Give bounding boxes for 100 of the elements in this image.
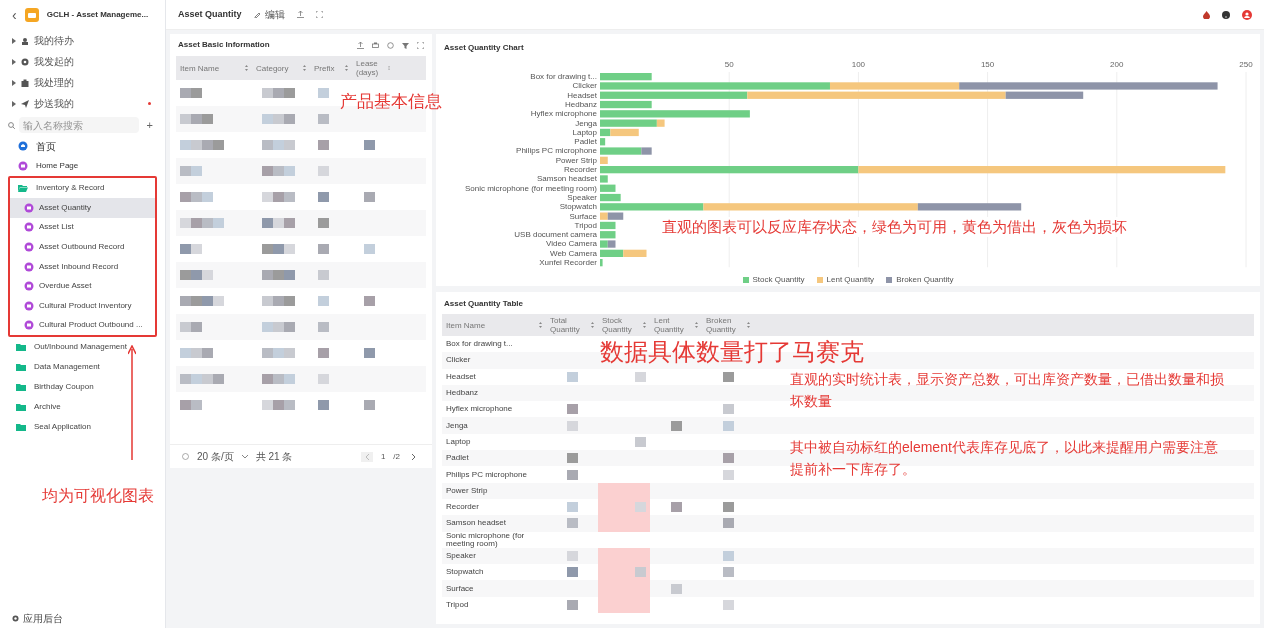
sidebar-item[interactable]: 我处理的 [0, 72, 165, 93]
pixelated-text [180, 322, 202, 332]
annotation-text: 数据具体数量打了马赛克 [600, 338, 864, 366]
category-label: Power Strip [555, 155, 597, 165]
pixelated-text [262, 322, 295, 332]
pixelated-text [262, 218, 295, 228]
sidebar-item[interactable]: Overdue Asset [10, 276, 155, 296]
column-header[interactable]: Lease (days) [352, 59, 394, 77]
pixelated-text [722, 567, 734, 578]
sidebar-folder[interactable]: Out/Inbound Management [0, 337, 165, 358]
page-total: /2 [393, 450, 400, 463]
pixelated-text [566, 469, 578, 480]
sidebar-folder[interactable]: Inventory & Record [10, 178, 155, 198]
folder-icon [16, 403, 26, 412]
sidebar-item[interactable]: Home Page [0, 156, 165, 176]
pixelated-text [318, 400, 329, 410]
pixelated-text [318, 322, 329, 332]
legend-swatch [816, 277, 823, 284]
category-label: Clicker [572, 81, 597, 91]
sidebar-folder[interactable]: Seal Application [0, 417, 165, 438]
avatar-icon [1242, 9, 1252, 20]
item-icon [21, 99, 29, 108]
home-icon [18, 141, 28, 151]
sidebar-item[interactable]: 首页 [0, 136, 165, 156]
column-header[interactable]: Total Quantity [546, 316, 598, 334]
category-label: Stopwatch [559, 202, 597, 212]
column-header[interactable]: Broken Quantity [702, 316, 754, 334]
pixelated-text [364, 348, 375, 358]
sidebar-item[interactable]: Asset Quantity [10, 198, 155, 218]
category-label: Hedbanz [564, 99, 597, 109]
legend-item[interactable]: Stock Quantity [742, 274, 805, 287]
pixelated-text [318, 348, 329, 358]
sort-icon [303, 65, 306, 71]
legend-item[interactable]: Lent Quantity [816, 274, 875, 287]
pixelated-text [566, 502, 578, 513]
sidebar-folder[interactable]: Data Management [0, 357, 165, 378]
back-button[interactable]: ‹ [12, 4, 17, 26]
upload-icon [357, 41, 364, 49]
table-cell-text: Hedbanz [445, 389, 480, 398]
sidebar-item[interactable]: 抄送我的 [0, 93, 165, 114]
pixelated-text [318, 88, 329, 98]
pixelated-text [566, 420, 578, 431]
pixelated-text [364, 244, 375, 254]
table-title: Asset Quantity Table [443, 298, 524, 310]
pixelated-text [364, 140, 375, 150]
column-header[interactable]: Stock Quantity [598, 316, 650, 334]
pixelated-text [180, 192, 213, 202]
category-label: Surface [569, 211, 597, 221]
add-button[interactable]: + [142, 116, 157, 134]
pixelated-text [262, 348, 295, 358]
category-label: Sonic microphone (for meeting room) [464, 183, 597, 193]
pixelated-text [566, 453, 578, 464]
sidebar-item[interactable]: 我的待办 [0, 30, 165, 51]
page-size-select[interactable]: 20 条/页 [197, 449, 234, 464]
pixelated-text [635, 567, 646, 578]
page-icon [24, 222, 34, 233]
column-header[interactable]: Category [252, 63, 310, 73]
sidebar-item[interactable]: Asset Outbound Record [10, 237, 155, 257]
tick-label: 250 [1239, 60, 1253, 69]
annotation-text: 均为可视化图表 [42, 486, 154, 506]
sidebar-item[interactable]: Cultural Product Inventory [10, 295, 155, 316]
table-cell-text: Stopwatch [445, 568, 485, 577]
bar [600, 259, 603, 267]
sidebar-item[interactable]: 我发起的 [0, 51, 165, 72]
pixelated-text [262, 374, 295, 384]
sidebar-item[interactable]: Cultural Product Outbound ... [10, 315, 155, 336]
pixelated-text [318, 166, 329, 176]
pixelated-text [318, 218, 329, 228]
refresh-icon [387, 41, 394, 49]
settings-link[interactable]: 应用后台 [0, 608, 165, 628]
pixelated-text [180, 244, 202, 254]
sidebar-folder[interactable]: Archive [0, 397, 165, 418]
column-header[interactable]: Prefix [310, 63, 352, 73]
folder-icon [16, 423, 26, 432]
sidebar-item[interactable]: Asset List [10, 217, 155, 238]
pixelated-text [635, 502, 646, 513]
sidebar-item[interactable]: Asset Inbound Record [10, 256, 155, 277]
column-header[interactable]: Lent Quantity [650, 316, 702, 334]
column-header[interactable]: Item Name [176, 63, 252, 73]
fullscreen-icon [417, 41, 424, 49]
sort-icon [345, 65, 348, 71]
sidebar-folder[interactable]: Birthday Coupon [0, 377, 165, 398]
pixelated-text [318, 374, 329, 384]
page-icon [24, 320, 34, 331]
annotation-text: 直观的图表可以反应库存状态，绿色为可用，黄色为借出，灰色为损坏 [662, 217, 1127, 237]
table-cell-text: Jenga [445, 421, 469, 430]
column-header[interactable]: Item Name [442, 320, 546, 330]
pixelated-text [670, 583, 682, 594]
category-label: Box for drawing t... [530, 72, 597, 81]
edit-button[interactable]: 编辑 [253, 7, 285, 22]
item-icon [21, 78, 29, 87]
pixelated-text [262, 270, 295, 280]
caret-icon [12, 37, 16, 44]
pixelated-text [722, 404, 734, 415]
folder-icon [16, 383, 26, 392]
page-icon [24, 242, 34, 252]
upload-icon [296, 11, 304, 18]
tick-label: 100 [851, 60, 866, 69]
legend-item[interactable]: Broken Quantity [886, 274, 954, 287]
search-field[interactable]: 输入名称搜索 [19, 117, 139, 133]
